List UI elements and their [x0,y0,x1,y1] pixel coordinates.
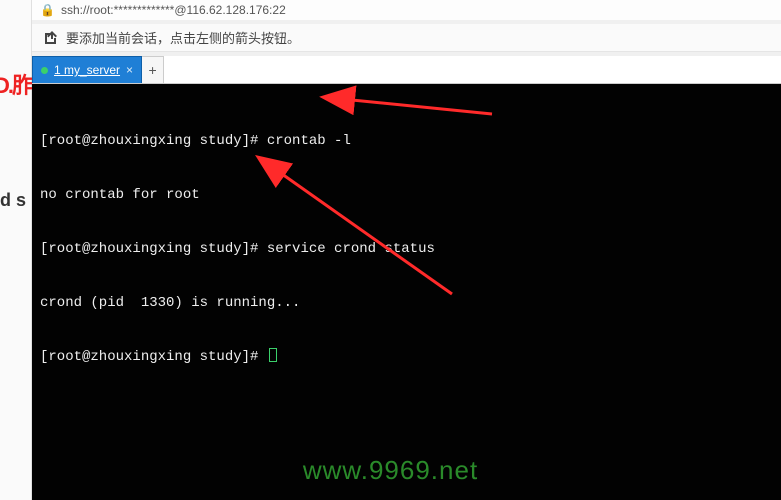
left-sidebar-fragment: D.胙 d s [0,0,32,500]
cursor-icon [269,348,277,362]
cropped-text-2: d s [0,190,26,211]
tip-bar: 要添加当前会话，点击左侧的箭头按钮。 [32,24,781,52]
tab-my-server[interactable]: 1 my_server × [32,56,142,83]
plus-icon: + [148,62,156,78]
address-bar: 🔒 ssh://root:*************@116.62.128.17… [32,0,781,20]
terminal-line: crond (pid 1330) is running... [40,294,773,312]
terminal-line: [root@zhouxingxing study]# [40,348,773,366]
terminal-pane[interactable]: [root@zhouxingxing study]# crontab -l no… [32,84,781,500]
terminal-line: no crontab for root [40,186,773,204]
tip-text: 要添加当前会话，点击左侧的箭头按钮。 [66,28,300,47]
address-text: ssh://root:*************@116.62.128.176:… [61,3,286,17]
tab-status-dot-icon [41,67,48,74]
terminal-line: [root@zhouxingxing study]# crontab -l [40,132,773,150]
tab-label: 1 my_server [54,63,120,77]
lock-icon: 🔒 [40,3,55,17]
close-icon[interactable]: × [126,63,133,77]
terminal-line: [root@zhouxingxing study]# service crond… [40,240,773,258]
add-session-icon[interactable] [42,30,58,46]
cropped-text-1: D.胙 [0,68,32,100]
tabs-bar: 1 my_server × + [32,56,781,84]
add-tab-button[interactable]: + [142,56,164,83]
